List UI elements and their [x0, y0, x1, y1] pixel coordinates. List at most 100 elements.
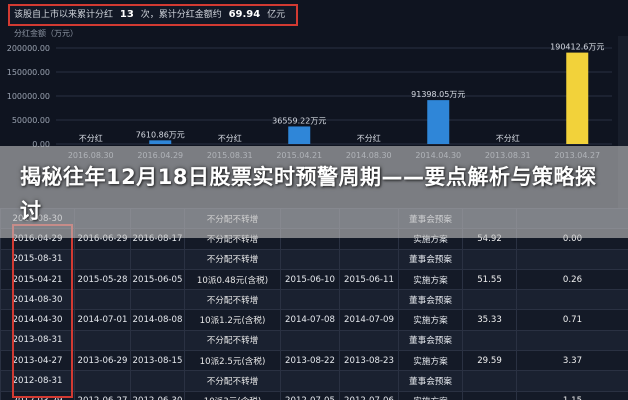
cell-start-date [280, 289, 340, 311]
cell-end-date: 2012-07-06 [339, 390, 399, 400]
cell-status: 董事会预案 [398, 289, 463, 311]
chart-y-ticks: 0.0050000.00100000.00150000.00200000.00 [7, 44, 50, 149]
cell-plan: 10派2.5元(含税) [184, 350, 281, 372]
cell-record-date: 2012-06-27 [74, 390, 131, 400]
cell-plan: 不分配不转增 [184, 329, 281, 352]
cell-announce-date: 2015-08-31 [0, 248, 75, 270]
cell-status: 董事会预案 [398, 370, 463, 392]
cell-status: 实施方案 [398, 309, 463, 331]
cell-ex-date: 2014-08-08 [130, 309, 185, 331]
dividend-count: 13 [119, 9, 134, 20]
cell-plan: 10派1.2元(含税) [184, 309, 281, 331]
bar[interactable] [566, 52, 589, 144]
table-row[interactable]: 2014-04-30 2014-07-01 2014-08-08 10派1.2元(含税… [0, 309, 628, 331]
cell-yield: 0.26 [516, 268, 628, 291]
cell-announce-date: 2012-03-29 [0, 390, 75, 400]
cell-start-date: 2012-07-05 [280, 390, 340, 400]
chart-data-labels: 不分红 7610.86万元 不分红 36559.22万元不分红 91398.05万元不分… [79, 43, 605, 143]
cell-announce-date: 2013-08-31 [0, 329, 75, 352]
cell-price: 35.33 [462, 309, 517, 331]
cell-status: 董事会预案 [398, 329, 463, 352]
cell-start-date: 2013-08-22 [280, 350, 340, 372]
cell-plan: 不分配不转增 [184, 370, 281, 392]
cell-announce-date: 2014-04-30 [0, 309, 75, 331]
bar[interactable] [288, 126, 311, 144]
cell-yield: 0.71 [516, 309, 628, 331]
cell-ex-date [130, 289, 185, 311]
cell-status: 实施方案 [398, 268, 463, 291]
bar-data-label: 36559.22万元 [272, 116, 326, 125]
cell-end-date: 2015-06-11 [339, 268, 399, 291]
bar-data-label: 不分红 [357, 133, 381, 143]
cell-price [462, 329, 517, 352]
cell-end-date [339, 289, 399, 311]
cell-record-date [74, 248, 131, 270]
cell-yield [516, 248, 628, 270]
cell-ex-date [130, 248, 185, 270]
cell-status: 实施方案 [398, 350, 463, 372]
dividend-summary: 该股自上市以来累计分红 13 次，累计分红金额约 69.94 亿元 [8, 4, 298, 26]
y-tick-label: 100000.00 [7, 92, 50, 101]
cell-status: 董事会预案 [398, 248, 463, 270]
cell-record-date: 2014-07-01 [74, 309, 131, 331]
table-row[interactable]: 2013-04-27 2013-06-29 2013-08-15 10派2.5元(含税… [0, 350, 628, 372]
cell-record-date [74, 370, 131, 392]
summary-amount-unit: 亿元 [267, 10, 286, 20]
cell-end-date: 2014-07-09 [339, 309, 399, 331]
bar-data-label: 91398.05万元 [411, 90, 465, 99]
bar-data-label: 不分红 [79, 133, 103, 143]
chart-bars [149, 52, 589, 144]
cell-start-date [280, 248, 340, 270]
bar-data-label: 190412.6万元 [550, 43, 604, 52]
summary-count-unit: 次，累计分红金额约 [140, 10, 222, 20]
cell-start-date [280, 370, 340, 392]
article-title: 揭秘往年12月18日股票实时预警周期——要点解析与策略探讨 [20, 165, 597, 223]
cell-record-date [74, 329, 131, 352]
cell-status: 实施方案 [398, 390, 463, 400]
cell-yield: 1.15 [516, 390, 628, 400]
table-row[interactable]: 2012-03-292012-06-272012-06-3010派3元(含税)2… [0, 390, 628, 400]
bar-data-label: 不分红 [496, 133, 520, 143]
cell-announce-date: 2012-08-31 [0, 370, 75, 392]
cell-start-date: 2014-07-08 [280, 309, 340, 331]
cell-price [462, 370, 517, 392]
table-row[interactable]: 2015-04-21 2015-05-28 2015-06-05 10派0.48元(含… [0, 268, 628, 291]
table-row[interactable]: 2012-08-31 不分配不转增 董事会预案 [0, 370, 628, 392]
cell-price [462, 390, 517, 400]
cell-announce-date: 2013-04-27 [0, 350, 75, 372]
cell-ex-date [130, 370, 185, 392]
dividend-screen: 该股自上市以来累计分红 13 次，累计分红金额约 69.94 亿元 分红金额（万… [0, 0, 628, 400]
bar[interactable] [427, 100, 450, 144]
bar[interactable] [149, 140, 172, 144]
cell-end-date [339, 329, 399, 352]
cell-end-date: 2013-08-23 [339, 350, 399, 372]
cell-ex-date: 2015-06-05 [130, 268, 185, 291]
cell-announce-date: 2014-08-30 [0, 289, 75, 311]
cell-announce-date: 2015-04-21 [0, 268, 75, 291]
cell-end-date [339, 370, 399, 392]
cell-end-date [339, 248, 399, 270]
y-tick-label: 200000.00 [7, 44, 50, 53]
cell-record-date [74, 289, 131, 311]
table-row[interactable]: 2013-08-31 不分配不转增 董事会预案 [0, 329, 628, 352]
dividend-amount: 69.94 [228, 9, 261, 20]
cell-ex-date [130, 329, 185, 352]
summary-prefix: 该股自上市以来累计分红 [14, 10, 114, 20]
cell-ex-date: 2013-08-15 [130, 350, 185, 372]
cell-yield [516, 329, 628, 352]
cell-ex-date: 2012-06-30 [130, 390, 185, 400]
table-row[interactable]: 2014-08-30 不分配不转增 董事会预案 [0, 289, 628, 311]
table-row[interactable]: 2015-08-31 不分配不转增 董事会预案 [0, 248, 628, 270]
cell-price: 51.55 [462, 268, 517, 291]
bar-data-label: 不分红 [218, 133, 242, 143]
cell-start-date: 2015-06-10 [280, 268, 340, 291]
cell-record-date: 2015-05-28 [74, 268, 131, 291]
cell-start-date [280, 329, 340, 352]
y-tick-label: 150000.00 [7, 68, 50, 77]
cell-price [462, 289, 517, 311]
cell-yield: 3.37 [516, 350, 628, 372]
cell-plan: 不分配不转增 [184, 248, 281, 270]
cell-plan: 10派3元(含税) [184, 390, 281, 400]
bar-data-label: 7610.86万元 [136, 130, 185, 139]
cell-record-date: 2013-06-29 [74, 350, 131, 372]
